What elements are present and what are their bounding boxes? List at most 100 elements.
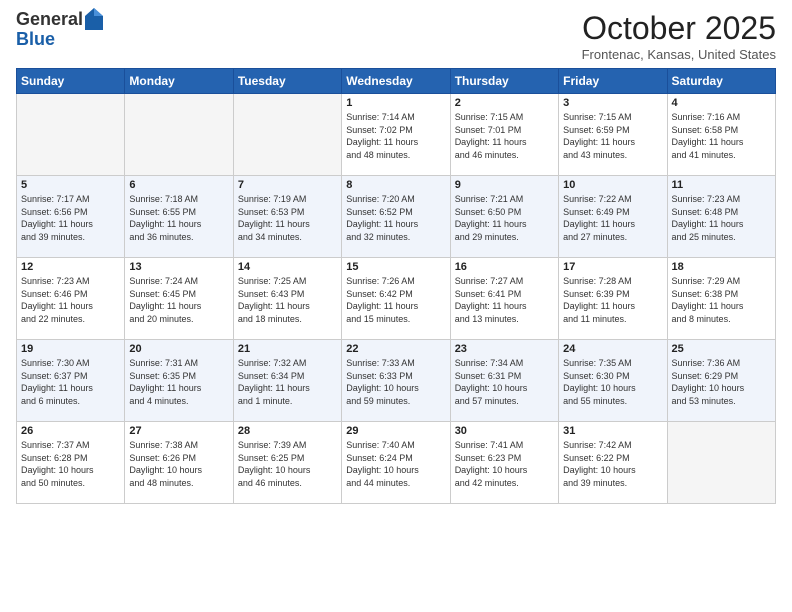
logo-icon (85, 8, 103, 30)
day-info: Sunrise: 7:26 AM Sunset: 6:42 PM Dayligh… (346, 275, 445, 325)
day-info: Sunrise: 7:25 AM Sunset: 6:43 PM Dayligh… (238, 275, 337, 325)
day-info: Sunrise: 7:42 AM Sunset: 6:22 PM Dayligh… (563, 439, 662, 489)
day-number: 18 (672, 261, 771, 273)
day-info: Sunrise: 7:20 AM Sunset: 6:52 PM Dayligh… (346, 193, 445, 243)
col-tuesday: Tuesday (233, 69, 341, 94)
day-info: Sunrise: 7:36 AM Sunset: 6:29 PM Dayligh… (672, 357, 771, 407)
day-info: Sunrise: 7:18 AM Sunset: 6:55 PM Dayligh… (129, 193, 228, 243)
page: General Blue October 2025 Frontenac, Kan… (0, 0, 792, 612)
day-number: 31 (563, 425, 662, 437)
day-info: Sunrise: 7:40 AM Sunset: 6:24 PM Dayligh… (346, 439, 445, 489)
day-number: 23 (455, 343, 554, 355)
day-info: Sunrise: 7:37 AM Sunset: 6:28 PM Dayligh… (21, 439, 120, 489)
table-row: 3Sunrise: 7:15 AM Sunset: 6:59 PM Daylig… (559, 94, 667, 176)
col-sunday: Sunday (17, 69, 125, 94)
day-number: 29 (346, 425, 445, 437)
col-saturday: Saturday (667, 69, 775, 94)
col-thursday: Thursday (450, 69, 558, 94)
day-info: Sunrise: 7:34 AM Sunset: 6:31 PM Dayligh… (455, 357, 554, 407)
day-info: Sunrise: 7:27 AM Sunset: 6:41 PM Dayligh… (455, 275, 554, 325)
table-row: 27Sunrise: 7:38 AM Sunset: 6:26 PM Dayli… (125, 422, 233, 504)
month-title: October 2025 (582, 10, 776, 47)
table-row: 6Sunrise: 7:18 AM Sunset: 6:55 PM Daylig… (125, 176, 233, 258)
logo-blue: Blue (16, 29, 55, 49)
table-row: 1 Sunrise: 7:14 AM Sunset: 7:02 PM Daylig… (342, 94, 450, 176)
table-row: 5 Sunrise: 7:17 AM Sunset: 6:56 PM Daylig… (17, 176, 125, 258)
table-row: 14 Sunrise: 7:25 AM Sunset: 6:43 PM Dayli… (233, 258, 341, 340)
day-number: 17 (563, 261, 662, 273)
table-row (233, 94, 341, 176)
day-info: Sunrise: 7:41 AM Sunset: 6:23 PM Dayligh… (455, 439, 554, 489)
day-number: 28 (238, 425, 337, 437)
table-row: 15 Sunrise: 7:26 AM Sunset: 6:42 PM Dayli… (342, 258, 450, 340)
table-row: 19Sunrise: 7:30 AM Sunset: 6:37 PM Dayli… (17, 340, 125, 422)
table-row: 17Sunrise: 7:28 AM Sunset: 6:39 PM Dayli… (559, 258, 667, 340)
table-row: 20Sunrise: 7:31 AM Sunset: 6:35 PM Dayli… (125, 340, 233, 422)
table-row: 8 Sunrise: 7:20 AM Sunset: 6:52 PM Daylig… (342, 176, 450, 258)
day-number: 3 (563, 97, 662, 109)
day-info: Sunrise: 7:33 AM Sunset: 6:33 PM Dayligh… (346, 357, 445, 407)
day-number: 19 (21, 343, 120, 355)
day-info: Sunrise: 7:15 AM Sunset: 7:01 PM Dayligh… (455, 111, 554, 161)
table-row: 25Sunrise: 7:36 AM Sunset: 6:29 PM Dayli… (667, 340, 775, 422)
day-number: 21 (238, 343, 337, 355)
table-row (667, 422, 775, 504)
day-number: 14 (238, 261, 337, 273)
day-number: 10 (563, 179, 662, 191)
day-number: 8 (346, 179, 445, 191)
logo-general: General (16, 10, 83, 30)
calendar-table: Sunday Monday Tuesday Wednesday Thursday… (16, 68, 776, 504)
calendar-week-row: 5 Sunrise: 7:17 AM Sunset: 6:56 PM Daylig… (17, 176, 776, 258)
day-info: Sunrise: 7:22 AM Sunset: 6:49 PM Dayligh… (563, 193, 662, 243)
day-info: Sunrise: 7:39 AM Sunset: 6:25 PM Dayligh… (238, 439, 337, 489)
day-info: Sunrise: 7:23 AM Sunset: 6:48 PM Dayligh… (672, 193, 771, 243)
table-row: 18 Sunrise: 7:29 AM Sunset: 6:38 PM Dayli… (667, 258, 775, 340)
day-number: 26 (21, 425, 120, 437)
day-info: Sunrise: 7:14 AM Sunset: 7:02 PM Dayligh… (346, 111, 445, 161)
table-row (125, 94, 233, 176)
day-number: 5 (21, 179, 120, 191)
table-row: 24Sunrise: 7:35 AM Sunset: 6:30 PM Dayli… (559, 340, 667, 422)
table-row: 4Sunrise: 7:16 AM Sunset: 6:58 PM Daylig… (667, 94, 775, 176)
table-row: 9Sunrise: 7:21 AM Sunset: 6:50 PM Daylig… (450, 176, 558, 258)
title-block: October 2025 Frontenac, Kansas, United S… (582, 10, 776, 62)
day-number: 7 (238, 179, 337, 191)
table-row: 22Sunrise: 7:33 AM Sunset: 6:33 PM Dayli… (342, 340, 450, 422)
day-info: Sunrise: 7:38 AM Sunset: 6:26 PM Dayligh… (129, 439, 228, 489)
day-info: Sunrise: 7:29 AM Sunset: 6:38 PM Dayligh… (672, 275, 771, 325)
calendar-header-row: Sunday Monday Tuesday Wednesday Thursday… (17, 69, 776, 94)
table-row: 10 Sunrise: 7:22 AM Sunset: 6:49 PM Dayli… (559, 176, 667, 258)
table-row: 12 Sunrise: 7:23 AM Sunset: 6:46 PM Dayli… (17, 258, 125, 340)
day-info: Sunrise: 7:32 AM Sunset: 6:34 PM Dayligh… (238, 357, 337, 407)
calendar-week-row: 1 Sunrise: 7:14 AM Sunset: 7:02 PM Daylig… (17, 94, 776, 176)
day-number: 13 (129, 261, 228, 273)
calendar-week-row: 26 Sunrise: 7:37 AM Sunset: 6:28 PM Dayli… (17, 422, 776, 504)
day-number: 9 (455, 179, 554, 191)
day-number: 12 (21, 261, 120, 273)
day-info: Sunrise: 7:19 AM Sunset: 6:53 PM Dayligh… (238, 193, 337, 243)
calendar-week-row: 12 Sunrise: 7:23 AM Sunset: 6:46 PM Dayli… (17, 258, 776, 340)
day-info: Sunrise: 7:17 AM Sunset: 6:56 PM Dayligh… (21, 193, 120, 243)
day-number: 16 (455, 261, 554, 273)
day-number: 30 (455, 425, 554, 437)
col-monday: Monday (125, 69, 233, 94)
table-row: 2 Sunrise: 7:15 AM Sunset: 7:01 PM Daylig… (450, 94, 558, 176)
table-row: 7 Sunrise: 7:19 AM Sunset: 6:53 PM Daylig… (233, 176, 341, 258)
day-number: 11 (672, 179, 771, 191)
table-row: 30 Sunrise: 7:41 AM Sunset: 6:23 PM Dayli… (450, 422, 558, 504)
header: General Blue October 2025 Frontenac, Kan… (16, 10, 776, 62)
day-number: 2 (455, 97, 554, 109)
day-number: 1 (346, 97, 445, 109)
logo-text: General Blue (16, 10, 103, 50)
day-number: 15 (346, 261, 445, 273)
table-row: 29 Sunrise: 7:40 AM Sunset: 6:24 PM Dayli… (342, 422, 450, 504)
day-info: Sunrise: 7:31 AM Sunset: 6:35 PM Dayligh… (129, 357, 228, 407)
calendar-week-row: 19Sunrise: 7:30 AM Sunset: 6:37 PM Dayli… (17, 340, 776, 422)
day-info: Sunrise: 7:23 AM Sunset: 6:46 PM Dayligh… (21, 275, 120, 325)
table-row: 11 Sunrise: 7:23 AM Sunset: 6:48 PM Dayli… (667, 176, 775, 258)
col-friday: Friday (559, 69, 667, 94)
table-row: 13 Sunrise: 7:24 AM Sunset: 6:45 PM Dayli… (125, 258, 233, 340)
table-row: 28 Sunrise: 7:39 AM Sunset: 6:25 PM Dayli… (233, 422, 341, 504)
day-info: Sunrise: 7:24 AM Sunset: 6:45 PM Dayligh… (129, 275, 228, 325)
day-number: 4 (672, 97, 771, 109)
